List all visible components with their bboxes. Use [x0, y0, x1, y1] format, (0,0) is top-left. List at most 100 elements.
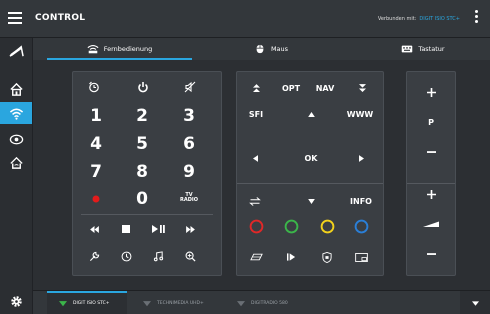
red-button[interactable]	[244, 215, 268, 237]
digit-7-button[interactable]: 7	[85, 160, 107, 184]
divider	[81, 214, 213, 215]
blue-circle-icon	[354, 219, 368, 233]
sidebar-item-home[interactable]	[0, 78, 32, 100]
digit-2-button[interactable]: 2	[131, 104, 153, 128]
connection-status: Verbunden mit: DIGIT ISIO STC+	[378, 16, 460, 22]
skip-play-icon	[286, 253, 295, 261]
picture-in-picture-icon	[354, 252, 368, 262]
volume-ramp-icon	[423, 221, 439, 227]
tv-radio-button[interactable]: TV RADIO	[176, 190, 202, 206]
opt-button[interactable]: OPT	[279, 80, 303, 96]
sfi-button[interactable]: SFI	[244, 106, 268, 122]
music-button[interactable]	[147, 246, 169, 266]
menu-icon[interactable]	[8, 12, 22, 24]
digit-4-button[interactable]: 4	[85, 132, 107, 156]
tab-keyboard[interactable]: Tastatur	[368, 38, 478, 60]
tab-label: Tastatur	[418, 45, 445, 53]
digit-9-button[interactable]: 9	[178, 160, 200, 184]
gear-icon	[10, 295, 22, 307]
digit-6-button[interactable]: 6	[178, 132, 200, 156]
app-window: CONTROL Verbunden mit:DIGIT ISIO STC+ F	[0, 0, 490, 314]
fast-forward-button[interactable]	[179, 220, 201, 238]
record-button[interactable]	[85, 189, 107, 209]
play-pause-icon	[151, 225, 165, 233]
nav-button[interactable]: NAV	[313, 80, 337, 96]
digit-5-button[interactable]: 5	[131, 132, 153, 156]
sidebar-item-smart-home[interactable]	[0, 151, 32, 173]
numpad-panel: 1 2 3 4 5 6 7 8 9 0 TV RADIO	[72, 71, 222, 276]
info-button[interactable]: INFO	[345, 192, 377, 210]
sidebar-item-remote[interactable]	[0, 102, 32, 124]
app-title: CONTROL	[35, 13, 86, 23]
sidebar-item-pointer[interactable]	[0, 40, 32, 62]
swap-icon	[249, 196, 261, 206]
record-icon	[92, 195, 100, 203]
www-button[interactable]: WWW	[345, 106, 375, 122]
pointer-icon	[8, 44, 24, 57]
arrow-left-button[interactable]	[244, 150, 266, 166]
connection-label: Verbunden mit:	[377, 16, 417, 22]
rewind-button[interactable]	[83, 220, 105, 238]
device-tab-digitradio[interactable]: DIGITRADIO 580	[229, 291, 319, 314]
tab-mouse[interactable]: Maus	[221, 38, 321, 60]
rewind-icon	[89, 225, 99, 233]
aspect-ratio-icon	[249, 253, 263, 261]
power-button[interactable]	[132, 78, 154, 96]
digit-3-button[interactable]: 3	[178, 104, 200, 128]
zoom-button[interactable]	[179, 246, 201, 266]
program-down-button[interactable]	[420, 142, 442, 162]
volume-indicator	[419, 214, 443, 234]
double-chevron-up-icon	[252, 83, 260, 92]
wifi-icon	[59, 300, 67, 306]
tab-remote[interactable]: Fernbedienung	[47, 38, 192, 60]
aspect-button[interactable]	[244, 248, 268, 266]
sidebar-item-settings[interactable]	[0, 290, 32, 312]
clock-icon	[121, 251, 131, 261]
timer-button[interactable]	[83, 78, 105, 96]
epg-button[interactable]	[115, 246, 137, 266]
wrench-icon	[89, 251, 99, 261]
ok-button[interactable]: OK	[297, 149, 325, 167]
more-options-icon[interactable]	[475, 10, 479, 26]
tab-label: Maus	[270, 45, 289, 53]
play-pause-button[interactable]	[147, 220, 169, 238]
blue-button[interactable]	[349, 215, 373, 237]
arrow-up-button[interactable]	[300, 106, 322, 122]
yellow-button[interactable]	[315, 215, 339, 237]
arrow-down-button[interactable]	[300, 192, 322, 210]
security-button[interactable]	[315, 248, 339, 266]
device-tab-digit-isio[interactable]: DIGIT ISIO STC+	[47, 291, 127, 314]
red-circle-icon	[249, 219, 263, 233]
double-chevron-down-icon	[358, 83, 366, 92]
device-label: TECHNIMEDIA UHD+	[157, 300, 204, 306]
digit-0-button[interactable]: 0	[131, 187, 153, 211]
eye-icon	[9, 134, 23, 144]
pip-button[interactable]	[349, 248, 373, 266]
arrow-up-icon	[307, 111, 315, 117]
program-up-button[interactable]	[420, 82, 442, 102]
mute-button[interactable]	[179, 78, 201, 96]
digit-8-button[interactable]: 8	[131, 160, 153, 184]
volume-down-button[interactable]	[420, 244, 442, 264]
digit-1-button[interactable]: 1	[85, 104, 107, 128]
device-dropdown-button[interactable]	[460, 291, 490, 314]
channel-up-button[interactable]	[245, 80, 267, 96]
sleep-timer-icon	[89, 81, 99, 93]
arrow-right-button[interactable]	[350, 150, 372, 166]
arrow-left-icon	[252, 154, 258, 162]
channel-down-button[interactable]	[351, 80, 373, 96]
tools-button[interactable]	[83, 246, 105, 266]
swap-button[interactable]	[244, 192, 266, 210]
stop-button[interactable]	[115, 220, 137, 238]
plus-icon	[426, 87, 436, 97]
green-button[interactable]	[279, 215, 303, 237]
wifi-icon	[237, 300, 245, 306]
navigation-panel: OPT NAV SFI WWW OK INFO	[236, 71, 384, 276]
step-play-button[interactable]	[279, 248, 303, 266]
power-icon	[138, 82, 148, 93]
sidebar-item-view[interactable]	[0, 128, 32, 150]
divider	[237, 183, 383, 184]
device-tab-technimedia[interactable]: TECHNIMEDIA UHD+	[135, 291, 227, 314]
volume-up-button[interactable]	[420, 184, 442, 204]
mute-icon	[184, 81, 196, 93]
